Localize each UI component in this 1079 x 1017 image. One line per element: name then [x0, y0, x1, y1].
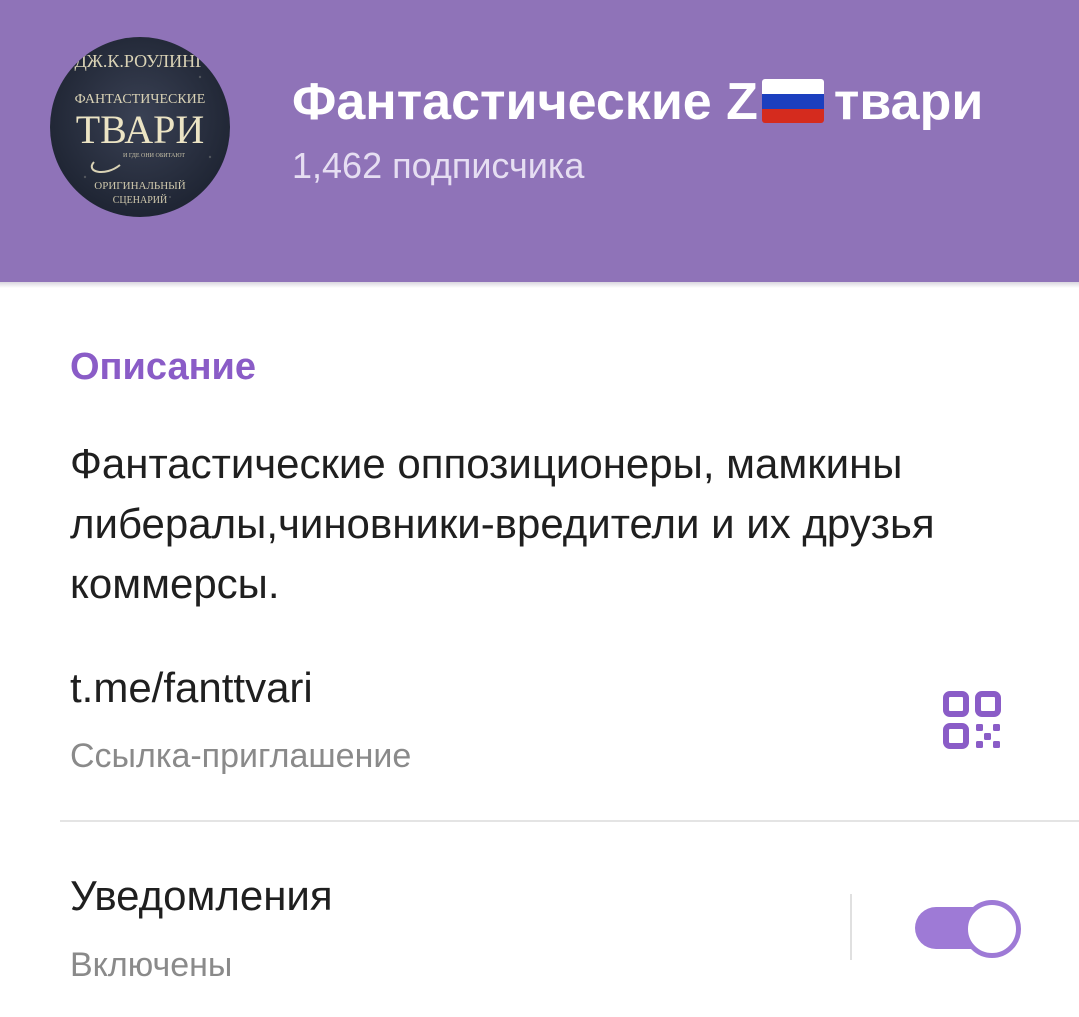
invite-link[interactable]: t.me/fanttvari — [70, 660, 313, 716]
notifications-status: Включены — [70, 946, 233, 984]
toggle-thumb — [963, 900, 1021, 958]
description-section-title: Описание — [70, 346, 257, 388]
qr-code-button[interactable] — [940, 688, 1004, 752]
notifications-toggle[interactable] — [915, 898, 1021, 958]
avatar-title-text: ТВАРИ — [76, 107, 205, 152]
channel-title: Фантастические Z твари — [292, 62, 1079, 142]
vertical-separator — [850, 894, 852, 960]
channel-description: Фантастические оппозиционеры, мамкины ли… — [70, 440, 935, 607]
avatar-author-text: ДЖ.К.РОУЛИНГ — [75, 51, 206, 71]
russia-flag-icon — [761, 79, 824, 124]
qr-code-icon — [943, 691, 1001, 749]
channel-title-part-2: твари — [833, 73, 984, 131]
avatar-bottom-text-2: СЦЕНАРИЙ — [113, 194, 167, 206]
subscriber-count: 1,462 подписчика — [292, 145, 585, 186]
notifications-label[interactable]: Уведомления — [70, 868, 333, 924]
avatar-subtitle-text: И ГДЕ ОНИ ОБИТАЮТ — [123, 153, 185, 159]
channel-header: ДЖ.К.РОУЛИНГ ФАНТАСТИЧЕСКИЕ ТВАРИ И ГДЕ … — [0, 0, 1079, 282]
avatar-image: ДЖ.К.РОУЛИНГ ФАНТАСТИЧЕСКИЕ ТВАРИ И ГДЕ … — [50, 37, 230, 217]
header-shadow — [0, 282, 1079, 288]
title-fade-overlay — [1009, 62, 1079, 142]
avatar-small-text: ФАНТАСТИЧЕСКИЕ — [75, 92, 206, 107]
avatar-bottom-text-1: ОРИГИНАЛЬНЫЙ — [94, 180, 186, 192]
channel-avatar[interactable]: ДЖ.К.РОУЛИНГ ФАНТАСТИЧЕСКИЕ ТВАРИ И ГДЕ … — [50, 37, 230, 217]
channel-title-part-1: Фантастические Z — [292, 73, 758, 131]
section-divider — [60, 820, 1079, 822]
invite-link-caption: Ссылка-приглашение — [70, 737, 412, 775]
